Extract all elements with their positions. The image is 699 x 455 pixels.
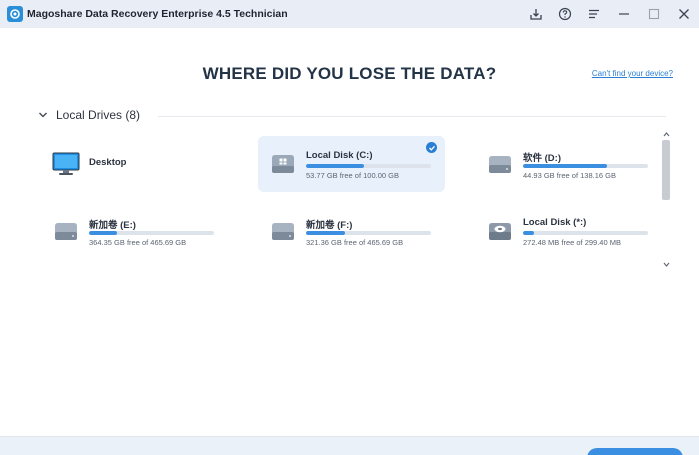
section-divider xyxy=(158,116,666,117)
drive-d[interactable]: 软件 (D:) 44.93 GB free of 138.16 GB xyxy=(475,136,662,192)
menu-button[interactable] xyxy=(585,5,603,23)
drive-usage-bar xyxy=(523,231,648,235)
menu-icon xyxy=(589,9,599,19)
drive-c[interactable]: Local Disk (C:) 53.77 GB free of 100.00 … xyxy=(258,136,445,192)
drive-usage-bar xyxy=(306,231,431,235)
export-button[interactable] xyxy=(527,5,545,23)
drive-usage-bar xyxy=(306,164,431,168)
drive-usage-bar xyxy=(89,231,214,235)
scroll-down-button[interactable] xyxy=(661,259,671,269)
drive-free-space: 364.35 GB free of 465.69 GB xyxy=(89,238,187,247)
minimize-button[interactable] xyxy=(615,5,633,23)
windows-drive-icon xyxy=(269,152,297,176)
drive-e[interactable]: 新加卷 (E:) 364.35 GB free of 465.69 GB xyxy=(41,203,228,259)
maximize-icon xyxy=(648,8,660,20)
drive-unlettered[interactable]: Local Disk (*:) 272.48 MB free of 299.40… xyxy=(475,203,662,259)
selected-check-icon xyxy=(426,142,437,153)
drive-free-space: 44.93 GB free of 138.16 GB xyxy=(523,171,616,180)
local-drives-toggle[interactable]: Local Drives (8) xyxy=(38,108,140,122)
drive-name: 新加卷 (F:) xyxy=(306,220,353,231)
scan-button[interactable] xyxy=(587,448,683,455)
maximize-button[interactable] xyxy=(645,5,663,23)
minimize-icon xyxy=(619,13,629,15)
title-bar: Magoshare Data Recovery Enterprise 4.5 T… xyxy=(0,0,699,28)
drive-f[interactable]: 新加卷 (F:) 321.36 GB free of 465.69 GB xyxy=(258,203,445,259)
scroll-up-button[interactable] xyxy=(661,129,671,139)
download-icon xyxy=(530,9,542,20)
hard-drive-icon xyxy=(52,219,80,243)
drive-usage-bar xyxy=(523,164,648,168)
hard-drive-icon xyxy=(486,152,514,176)
drive-name: Local Disk (C:) xyxy=(306,150,373,161)
chevron-down-icon xyxy=(39,112,47,118)
chevron-down-icon xyxy=(663,262,669,267)
drive-free-space: 53.77 GB free of 100.00 GB xyxy=(306,171,399,180)
cant-find-device-link[interactable]: Can't find your device? xyxy=(592,69,673,78)
close-icon xyxy=(679,9,689,19)
drive-name: 新加卷 (E:) xyxy=(89,220,136,231)
hard-drive-icon xyxy=(269,219,297,243)
chevron-up-icon xyxy=(663,131,669,136)
drive-free-space: 272.48 MB free of 299.40 MB xyxy=(523,238,621,247)
monitor-icon xyxy=(52,152,80,176)
drive-name: Desktop xyxy=(89,157,127,168)
help-button[interactable] xyxy=(556,5,574,23)
scrollbar-thumb[interactable] xyxy=(662,140,670,200)
drive-desktop[interactable]: Desktop xyxy=(41,136,228,192)
drive-name: Local Disk (*:) xyxy=(523,217,587,228)
window-title: Magoshare Data Recovery Enterprise 4.5 T… xyxy=(27,8,288,20)
help-icon xyxy=(558,7,572,21)
app-logo-icon xyxy=(7,6,23,22)
close-button[interactable] xyxy=(675,5,693,23)
drive-free-space: 321.36 GB free of 465.69 GB xyxy=(306,238,404,247)
section-title: Local Drives (8) xyxy=(56,108,141,122)
drive-name: 软件 (D:) xyxy=(523,153,561,164)
disk-drive-icon xyxy=(486,219,514,243)
